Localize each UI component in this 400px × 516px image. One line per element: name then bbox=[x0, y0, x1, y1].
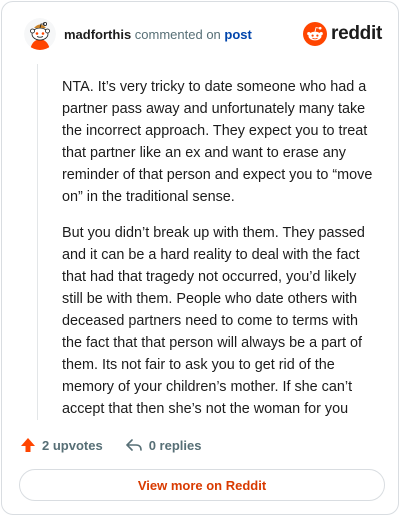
comment-actions: 2 upvotes 0 replies bbox=[20, 434, 201, 456]
user-avatar[interactable] bbox=[24, 18, 56, 50]
action-text: commented on bbox=[134, 27, 221, 42]
comment-body: NTA. It’s very tricky to date someone wh… bbox=[62, 76, 380, 434]
comment-meta: madforthis commented on post bbox=[64, 27, 252, 43]
brand-wordmark: reddit bbox=[331, 23, 382, 44]
comment-header: madforthis commented on post reddit bbox=[20, 18, 382, 52]
thread-line bbox=[37, 64, 38, 420]
upvote-arrow-icon bbox=[21, 438, 35, 452]
reply-button[interactable]: 0 replies bbox=[125, 437, 202, 453]
view-more-button[interactable]: View more on Reddit bbox=[19, 469, 385, 501]
comment-paragraph: NTA. It’s very tricky to date someone wh… bbox=[62, 79, 373, 205]
comment-paragraph: But you didn’t break up with them. They … bbox=[62, 225, 365, 417]
reply-count: 0 replies bbox=[148, 437, 202, 453]
reply-arrow-icon bbox=[125, 439, 142, 451]
post-link[interactable]: post bbox=[224, 27, 251, 42]
snoo-avatar-icon bbox=[24, 18, 56, 50]
upvote-count: 2 upvotes bbox=[42, 437, 103, 453]
comment-embed-card: madforthis commented on post reddit NTA.… bbox=[1, 1, 399, 515]
reddit-brand[interactable]: reddit bbox=[303, 22, 382, 46]
username[interactable]: madforthis bbox=[64, 27, 131, 42]
upvote-button[interactable]: 2 upvotes bbox=[20, 437, 103, 453]
reddit-logo-icon bbox=[303, 22, 328, 46]
